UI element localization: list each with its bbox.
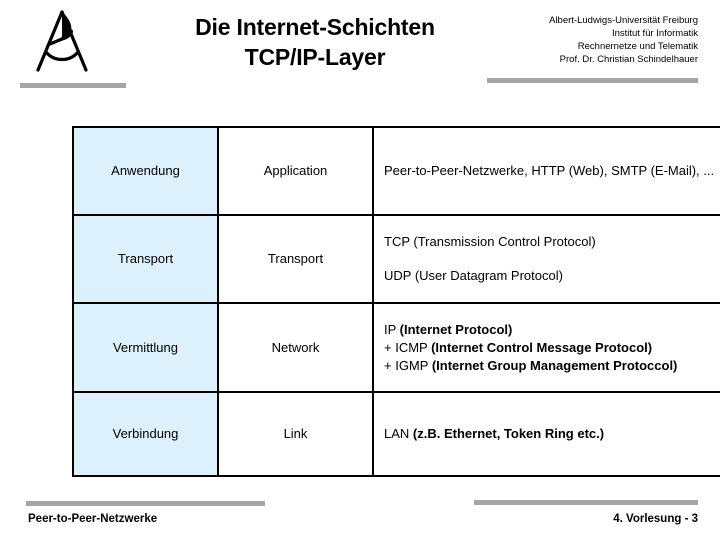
- page-title: Die Internet-Schichten TCP/IP-Layer: [140, 12, 490, 72]
- layer-german-name: Transport: [72, 214, 219, 304]
- layer-german-name: Verbindung: [72, 391, 219, 477]
- layer-description-line: UDP (User Datagram Protocol): [384, 268, 563, 283]
- affiliation-professor: Prof. Dr. Christian Schindelhauer: [559, 54, 698, 65]
- protocol-expansion: (Internet Protocol): [399, 321, 513, 337]
- university-seal-a-icon: [28, 8, 100, 76]
- table-row: Anwendung Application Peer-to-Peer-Netzw…: [72, 126, 720, 216]
- layer-description-line: IP (Internet Protocol): [384, 321, 720, 339]
- layer-description: TCP (Transmission Control Protocol) UDP …: [372, 214, 720, 304]
- layer-english-name: Network: [217, 302, 374, 393]
- affiliation-institute: Institut für Informatik: [611, 28, 698, 39]
- layer-description-line: LAN (z.B. Ethernet, Token Ring etc.): [384, 425, 720, 443]
- layer-english-name: Application: [217, 126, 374, 216]
- layer-description-line: TCP (Transmission Control Protocol): [384, 234, 596, 249]
- layer-description: IP (Internet Protocol) + ICMP (Internet …: [372, 302, 720, 393]
- layer-description: LAN (z.B. Ethernet, Token Ring etc.): [372, 391, 720, 477]
- layer-german-name: Vermittlung: [72, 302, 219, 393]
- affiliation-university: Albert-Ludwigs-Universität Freiburg: [549, 15, 698, 26]
- layer-description: Peer-to-Peer-Netzwerke, HTTP (Web), SMTP…: [372, 126, 720, 216]
- layer-english-name: Transport: [217, 214, 374, 304]
- page-title-line-1: Die Internet-Schichten: [195, 14, 435, 40]
- header-divider-left: [20, 83, 126, 88]
- layer-description-line: + IGMP (Internet Group Management Protoc…: [384, 357, 720, 375]
- layer-german-name: Anwendung: [72, 126, 219, 216]
- footer-divider-left: [26, 501, 265, 506]
- table-row: Verbindung Link LAN (z.B. Ethernet, Toke…: [72, 391, 720, 477]
- footer-course-label: Peer-to-Peer-Netzwerke: [28, 513, 158, 525]
- footer-divider-right: [474, 500, 698, 505]
- affiliation-block: Albert-Ludwigs-Universität Freiburg Inst…: [468, 14, 698, 66]
- header-divider-right: [487, 78, 698, 83]
- protocol-abbrev: + ICMP: [384, 339, 432, 355]
- protocol-abbrev: + IGMP: [384, 357, 432, 373]
- affiliation-chair: Rechnernetze und Telematik: [577, 41, 698, 52]
- page-title-line-2: TCP/IP-Layer: [244, 44, 386, 70]
- protocol-abbrev: IP: [384, 321, 400, 337]
- layer-description-line: + ICMP (Internet Control Message Protoco…: [384, 339, 720, 357]
- protocol-expansion: (z.B. Ethernet, Token Ring etc.): [412, 426, 605, 441]
- protocol-abbrev: LAN: [384, 426, 413, 441]
- tcp-ip-layer-table: Anwendung Application Peer-to-Peer-Netzw…: [72, 126, 720, 477]
- protocol-expansion: (Internet Group Management Protoccol): [431, 357, 678, 373]
- footer-lecture-slide-label: 4. Vorlesung - 3: [613, 513, 698, 525]
- protocol-expansion: (Internet Control Message Protocol): [431, 339, 653, 355]
- table-row: Transport Transport TCP (Transmission Co…: [72, 214, 720, 304]
- layer-description-line: Peer-to-Peer-Netzwerke, HTTP (Web), SMTP…: [384, 163, 715, 178]
- table-row: Vermittlung Network IP (Internet Protoco…: [72, 302, 720, 393]
- slide-header: Die Internet-Schichten TCP/IP-Layer Albe…: [0, 0, 720, 96]
- layer-english-name: Link: [217, 391, 374, 477]
